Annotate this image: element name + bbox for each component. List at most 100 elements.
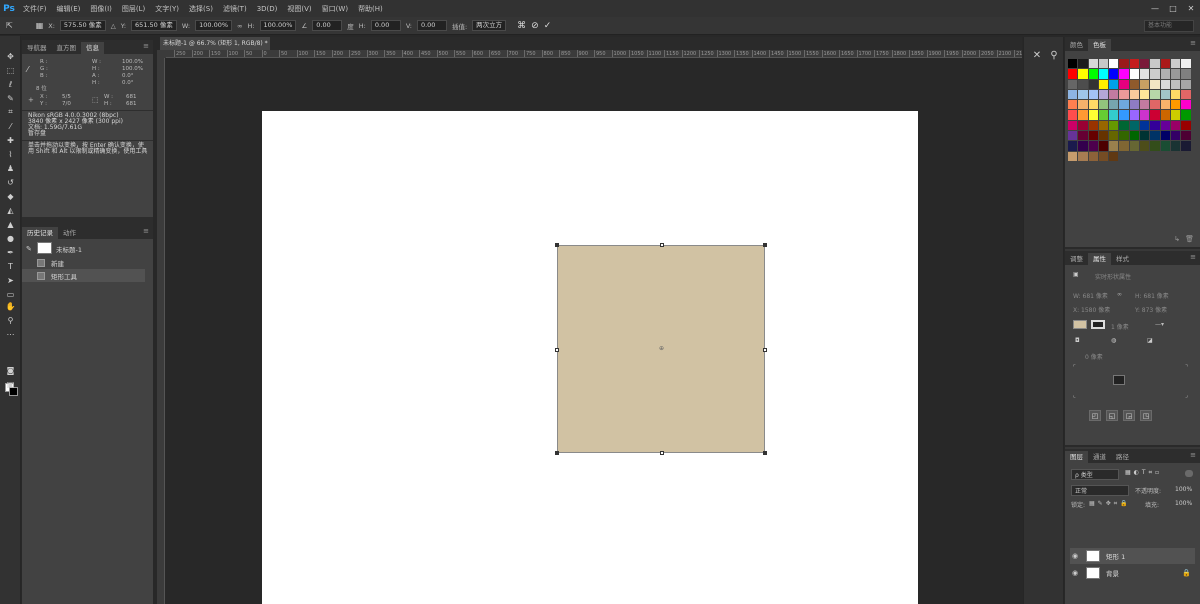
prop-x[interactable]: X: 1580 像素 (1073, 305, 1110, 314)
color-swatch[interactable] (1088, 131, 1098, 141)
color-swatch[interactable] (1140, 59, 1150, 69)
color-swatch[interactable] (1160, 120, 1170, 131)
color-swatch[interactable] (1068, 141, 1078, 151)
y-field[interactable]: 651.50 像素 (131, 20, 177, 31)
menu-file[interactable]: 文件(F) (18, 4, 52, 14)
color-swatch[interactable] (1068, 79, 1078, 89)
tab-color[interactable]: 颜色 (1065, 39, 1088, 51)
corner-tr-icon[interactable]: ⌝ (1185, 364, 1188, 371)
color-swatch[interactable] (1119, 69, 1129, 79)
color-swatch[interactable] (1109, 59, 1119, 69)
menu-type[interactable]: 文字(Y) (150, 4, 184, 14)
hskew-field[interactable]: 0.00 (370, 20, 401, 31)
tab-layers[interactable]: 图层 (1065, 451, 1088, 463)
zoom-tool-icon[interactable]: ⚲ (3, 314, 18, 326)
panel-menu-icon[interactable]: ≡ (143, 42, 149, 50)
menu-view[interactable]: 视图(V) (282, 4, 316, 14)
tab-swatches[interactable]: 色板 (1088, 39, 1111, 51)
color-swatch[interactable] (1150, 120, 1160, 131)
transform-handle-bottom-left[interactable] (555, 451, 559, 455)
angle-field[interactable]: 0.00 (312, 20, 343, 31)
brush-settings-icon[interactable]: ⚲ (1048, 49, 1060, 61)
color-swatch[interactable] (1109, 120, 1119, 131)
stroke-color-swatch[interactable] (1091, 320, 1105, 329)
color-swatch[interactable] (1078, 120, 1088, 131)
color-swatch[interactable] (1109, 151, 1119, 161)
color-swatch[interactable] (1160, 100, 1170, 110)
menu-filter[interactable]: 滤镜(T) (218, 4, 252, 14)
horizontal-ruler[interactable]: 250 200 150 100 50 0 50 100 150 200 250 300 350 400 45… (166, 50, 1022, 58)
corner-bl-icon[interactable]: ⌞ (1073, 392, 1076, 399)
vskew-field[interactable]: 0.00 (416, 20, 447, 31)
quick-mask-icon[interactable]: ◙ (3, 364, 18, 376)
color-swatch[interactable] (1088, 110, 1098, 120)
menu-edit[interactable]: 编辑(E) (52, 4, 86, 14)
color-swatch[interactable] (1129, 79, 1140, 89)
color-swatch[interactable] (1140, 141, 1150, 151)
color-swatch[interactable] (1088, 79, 1098, 89)
transform-handle-bottom[interactable] (660, 451, 664, 455)
eyedropper-tool-icon[interactable]: ⁄ (3, 120, 18, 132)
color-swatch[interactable] (1088, 89, 1098, 100)
color-swatch[interactable] (1078, 141, 1088, 151)
color-swatch[interactable] (1068, 89, 1078, 100)
color-swatch[interactable] (1078, 100, 1088, 110)
close-button[interactable]: ✕ (1182, 0, 1200, 17)
opacity-value[interactable]: 100% (1175, 486, 1192, 493)
color-swatch[interactable] (1170, 120, 1181, 131)
color-swatch[interactable] (1140, 120, 1150, 131)
history-brush-tool-icon[interactable]: ↺ (3, 176, 18, 188)
color-swatch[interactable] (1170, 79, 1181, 89)
color-swatch[interactable] (1140, 100, 1150, 110)
color-swatch[interactable] (1109, 69, 1119, 79)
color-swatch[interactable] (1150, 131, 1160, 141)
color-swatch[interactable] (1098, 141, 1109, 151)
color-swatch[interactable] (1160, 110, 1170, 120)
color-swatch[interactable] (1068, 100, 1078, 110)
color-swatch[interactable] (1088, 120, 1098, 131)
color-swatch[interactable] (1078, 89, 1088, 100)
color-swatch[interactable] (1160, 89, 1170, 100)
corner-radius[interactable]: 0 像素 (1085, 352, 1103, 361)
color-swatch[interactable] (1129, 120, 1140, 131)
fill-color-swatch[interactable] (1073, 320, 1087, 329)
color-swatch[interactable] (1170, 141, 1181, 151)
new-swatch-icon[interactable]: ↳ (1174, 235, 1180, 243)
fill-value[interactable]: 100% (1175, 500, 1192, 507)
color-swatch[interactable] (1088, 141, 1098, 151)
color-swatch[interactable] (1150, 100, 1160, 110)
color-swatch[interactable] (1150, 69, 1160, 79)
color-swatch[interactable] (1150, 59, 1160, 69)
color-swatch[interactable] (1119, 110, 1129, 120)
menu-image[interactable]: 图像(I) (85, 4, 117, 14)
color-swatch[interactable] (1088, 69, 1098, 79)
color-swatch[interactable] (1109, 131, 1119, 141)
color-swatch[interactable] (1170, 110, 1181, 120)
tab-histogram[interactable]: 直方图 (52, 42, 82, 54)
transform-handle-top[interactable] (660, 243, 664, 247)
menu-window[interactable]: 窗口(W) (317, 4, 353, 14)
w-field[interactable]: 100.00% (195, 20, 233, 31)
color-swatch[interactable] (1109, 100, 1119, 110)
color-swatch[interactable] (1170, 69, 1181, 79)
color-swatch[interactable] (1129, 69, 1140, 79)
hand-tool-icon[interactable]: ✋ (3, 300, 18, 312)
color-swatch[interactable] (1129, 110, 1140, 120)
blur-tool-icon[interactable]: ▲ (3, 218, 18, 230)
path-ops-icon[interactable]: ◪ (1147, 337, 1153, 344)
color-swatch[interactable] (1150, 79, 1160, 89)
layer-row[interactable]: ◉ 矩形 1 (1070, 548, 1195, 564)
color-swatch[interactable] (1098, 59, 1109, 69)
stroke-options-icon[interactable]: ◍ (1111, 337, 1116, 344)
color-swatch[interactable] (1181, 131, 1191, 141)
color-swatch[interactable] (1109, 110, 1119, 120)
color-swatch[interactable] (1181, 100, 1191, 110)
path-select-tool-icon[interactable]: ➤ (3, 274, 18, 286)
color-swatch[interactable] (1078, 110, 1088, 120)
color-swatch[interactable] (1160, 59, 1170, 69)
layer-name[interactable]: 矩形 1 (1106, 551, 1195, 561)
color-swatch[interactable] (1119, 89, 1129, 100)
color-swatch[interactable] (1181, 89, 1191, 100)
color-swatch[interactable] (1098, 151, 1109, 161)
layer-filter-icons[interactable]: ▦◐T⌗▫ (1125, 469, 1162, 477)
